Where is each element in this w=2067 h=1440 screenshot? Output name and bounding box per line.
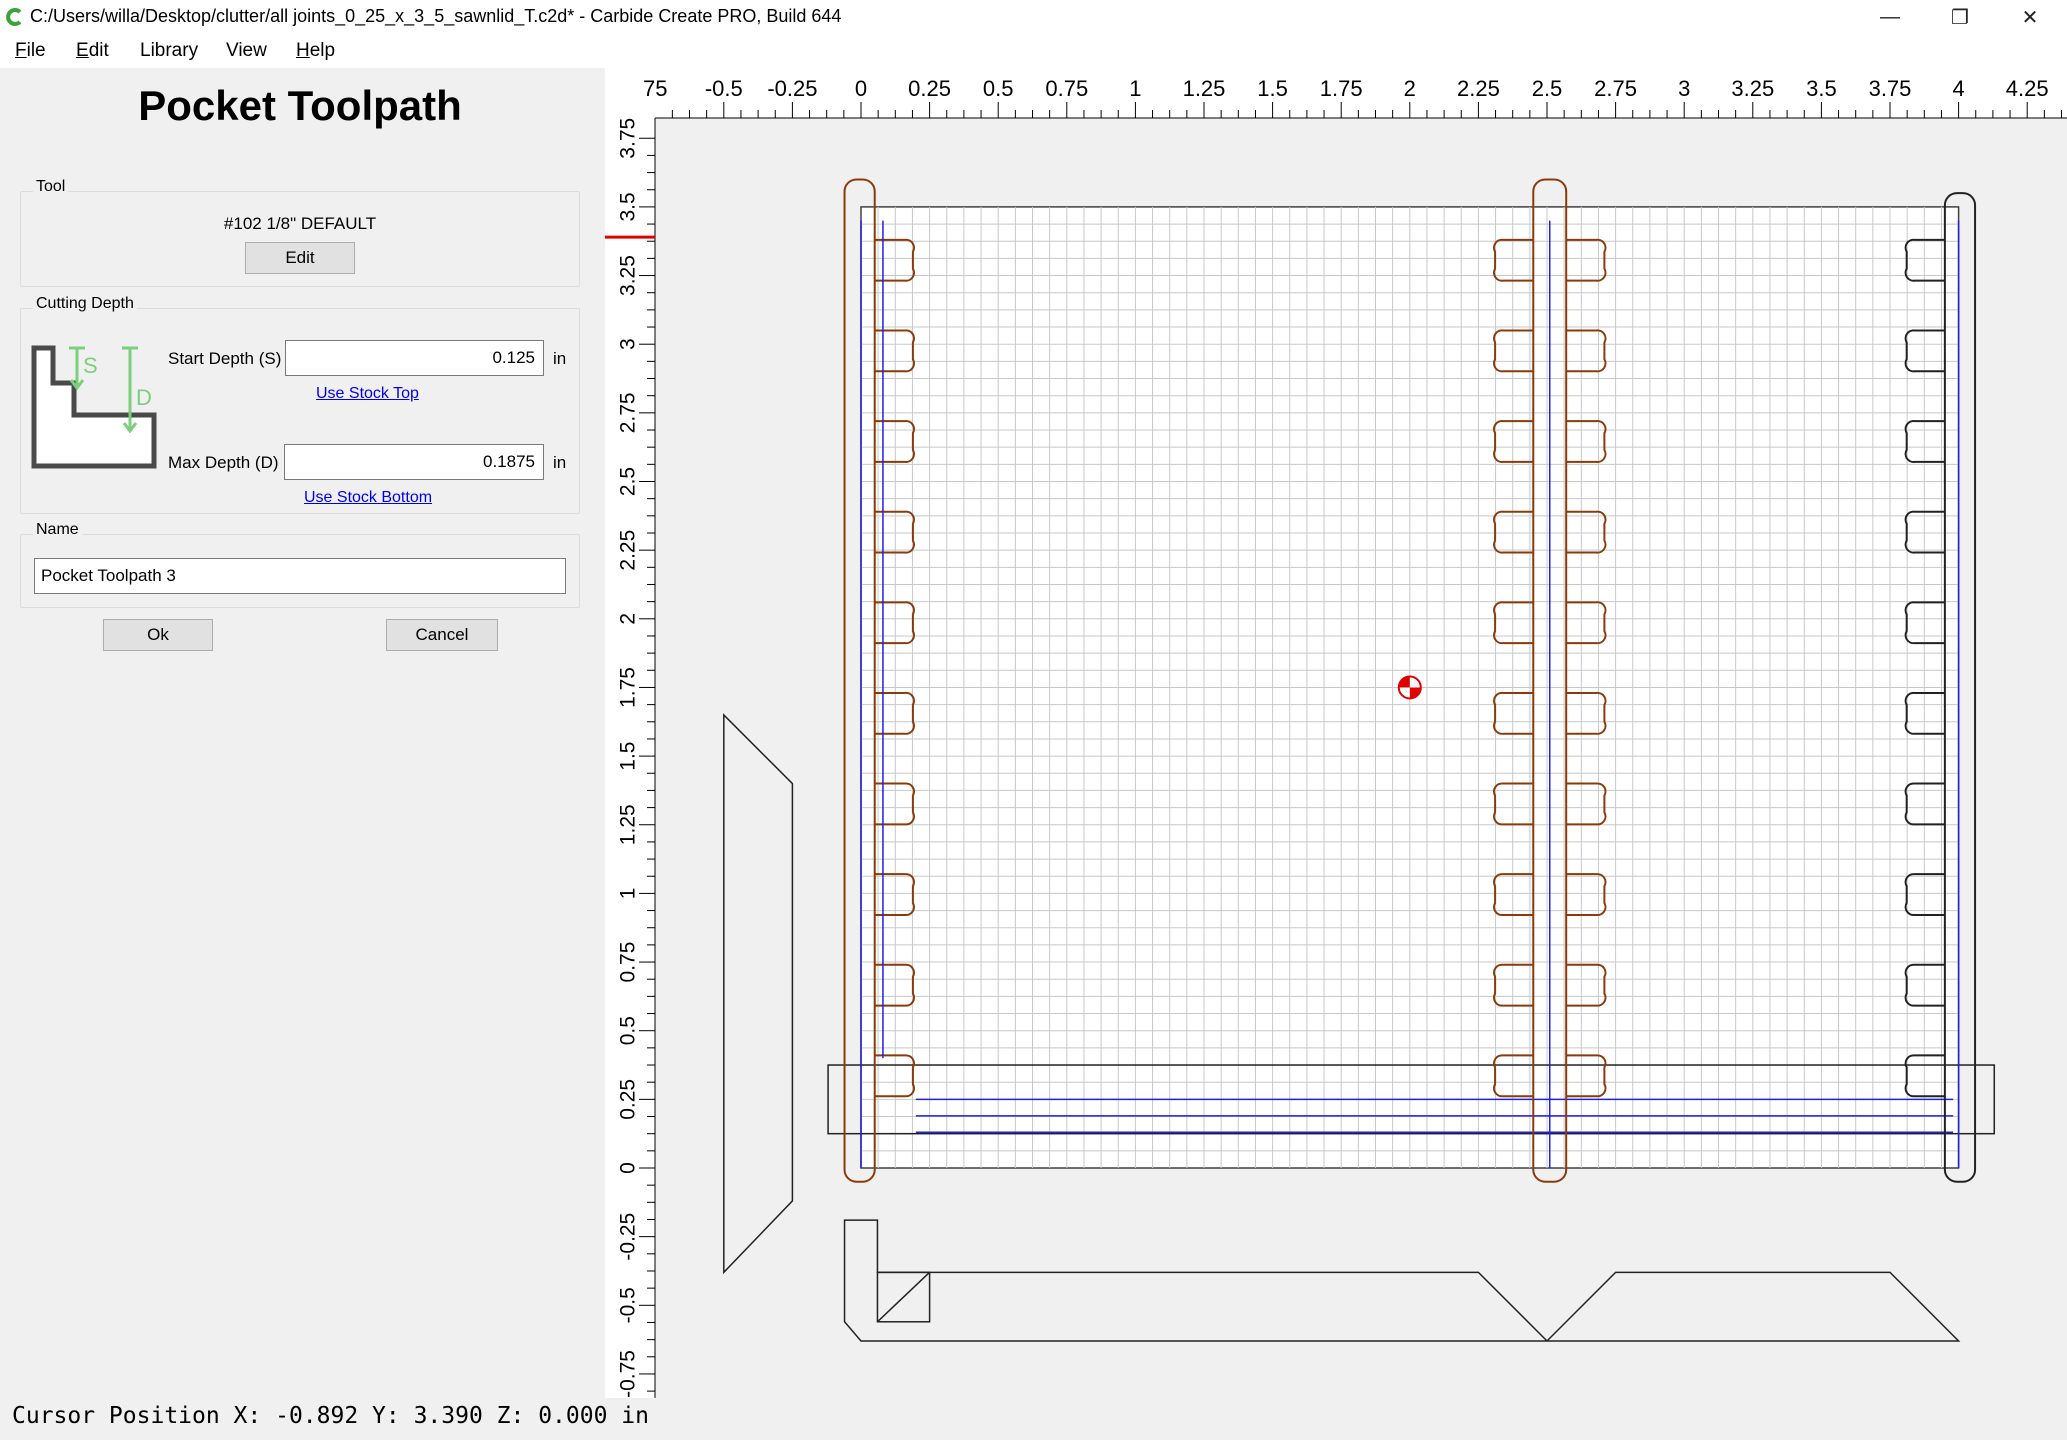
x-ruler-label: 0.5 [983, 76, 1014, 101]
x-ruler-label: -0.25 [767, 76, 817, 101]
menu-bar: File Edit Library View Help [0, 34, 2067, 68]
x-ruler-label: 3.5 [1806, 76, 1837, 101]
tool-name: #102 1/8" DEFAULT [223, 214, 377, 233]
max-depth-label: Max Depth (D) [168, 453, 279, 472]
menu-edit[interactable]: Edit [76, 40, 109, 62]
start-depth-field[interactable]: 0.125 [285, 340, 544, 376]
y-ruler-label: 3 [617, 338, 640, 350]
x-ruler-label: 4.25 [2006, 76, 2049, 101]
x-ruler-label: 0.75 [1045, 76, 1088, 101]
x-ruler-label: 2.5 [1532, 76, 1563, 101]
x-ruler-label: 3.25 [1731, 76, 1774, 101]
y-ruler-label: -0.5 [617, 1287, 640, 1323]
cutting-depth-group-label: Cutting Depth [33, 295, 137, 313]
start-depth-unit: in [553, 349, 567, 368]
canvas-drawing[interactable]: 75 -0.5 -0.25 0 0.25 0.5 0.75 1 1.25 1.5 1.75 2 2.25… [605, 68, 2067, 1398]
use-stock-top-link[interactable]: Use Stock Top [316, 385, 419, 403]
use-stock-bottom-link[interactable]: Use Stock Bottom [304, 489, 432, 507]
cancel-button[interactable]: Cancel [386, 619, 498, 651]
design-canvas[interactable]: 75 -0.5 -0.25 0 0.25 0.5 0.75 1 1.25 1.5 1.75 2 2.25… [605, 68, 2067, 1398]
depth-diagram: S D [31, 345, 157, 469]
menu-library[interactable]: Library [140, 40, 198, 62]
x-ruler-label: 2.25 [1457, 76, 1500, 101]
menu-help[interactable]: Help [296, 40, 335, 62]
x-ruler-label: 2 [1404, 76, 1416, 101]
minimize-button[interactable]: — [1860, 0, 1920, 34]
x-ruler-label: 1.25 [1183, 76, 1226, 101]
x-ruler-label: 75 [643, 76, 667, 101]
name-group: Name Pocket Toolpath 3 [20, 521, 580, 608]
app-logo-icon [6, 8, 22, 26]
x-ruler-label: 0.25 [908, 76, 951, 101]
edit-tool-button[interactable]: Edit [245, 242, 355, 274]
y-ruler-label: 1.5 [617, 741, 640, 770]
x-ruler-label: 3 [1678, 76, 1690, 101]
x-ruler-label: 1.75 [1320, 76, 1363, 101]
x-ruler-label: 0 [855, 76, 867, 101]
y-ruler-label: 2 [617, 613, 640, 625]
name-group-label: Name [33, 521, 82, 539]
tool-group-label: Tool [33, 178, 69, 196]
max-depth-unit: in [553, 453, 567, 472]
x-ruler-label: 3.75 [1869, 76, 1912, 101]
y-ruler-label: 1.75 [617, 667, 640, 708]
y-ruler-label: -0.25 [617, 1213, 640, 1261]
toolpath-panel: Pocket Toolpath Tool #102 1/8" DEFAULT E… [0, 68, 605, 1398]
y-ruler-label: 1.25 [617, 804, 640, 845]
ok-button[interactable]: Ok [103, 619, 213, 651]
x-ruler-label: -0.5 [705, 76, 743, 101]
max-depth-field[interactable]: 0.1875 [284, 444, 544, 480]
y-ruler-label: 0.25 [617, 1079, 640, 1120]
close-button[interactable]: ✕ [2000, 0, 2060, 34]
maximize-button[interactable]: ❐ [1930, 0, 1990, 34]
x-ruler-label: 4 [1952, 76, 1964, 101]
y-ruler-label: 3.5 [617, 192, 640, 221]
start-depth-label: Start Depth (S) [168, 349, 282, 368]
panel-title: Pocket Toolpath [138, 82, 462, 129]
y-ruler-label: 2.25 [617, 530, 640, 571]
bottom-profile-diagonal [876, 1271, 931, 1323]
bottom-profile-shape [843, 1219, 1961, 1343]
y-ruler-label: 2.5 [617, 467, 640, 496]
tool-group: Tool #102 1/8" DEFAULT Edit [20, 178, 580, 287]
y-ruler-label: 0.75 [617, 942, 640, 983]
x-ruler-label: 1 [1129, 76, 1141, 101]
y-ruler-label: 2.75 [617, 392, 640, 433]
title-bar: C:/Users/willa/Desktop/clutter/all joint… [0, 0, 2067, 34]
y-ruler-label: 0 [617, 1162, 640, 1174]
menu-view[interactable]: View [226, 40, 267, 62]
window-title: C:/Users/willa/Desktop/clutter/all joint… [30, 6, 842, 26]
depth-diagram-d: D [136, 385, 152, 410]
y-ruler-label: 3.25 [617, 255, 640, 296]
y-ruler-label: 1 [617, 888, 640, 900]
x-ruler-label: 1.5 [1257, 76, 1288, 101]
menu-file[interactable]: File [15, 40, 46, 62]
cursor-position-status: Cursor Position X: -0.892 Y: 3.390 Z: 0.… [12, 1403, 649, 1429]
depth-diagram-s: S [83, 353, 98, 378]
toolpath-name-field[interactable]: Pocket Toolpath 3 [34, 558, 566, 594]
y-ruler-label: 3.75 [617, 118, 640, 159]
side-profile-shape [723, 713, 794, 1275]
y-ruler-label: -0.75 [617, 1350, 640, 1398]
cutting-depth-group: Cutting Depth S D Start Depth (S) 0.125 … [20, 295, 580, 514]
y-ruler-label: 0.5 [617, 1016, 640, 1045]
x-ruler-label: 2.75 [1594, 76, 1637, 101]
